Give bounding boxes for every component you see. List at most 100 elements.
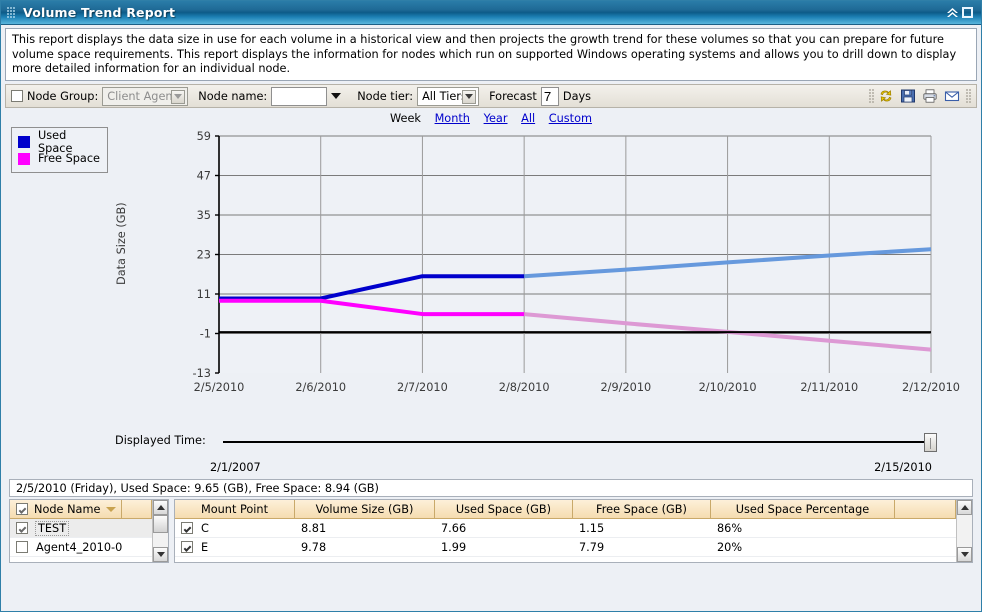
slider-track[interactable]: [223, 441, 935, 443]
node-group-value: Client Agent: [107, 90, 177, 103]
column-header-filler: [895, 500, 956, 519]
svg-text:2/7/2010: 2/7/2010: [397, 381, 448, 394]
slider-thumb[interactable]: [924, 433, 937, 452]
slider-max-date: 2/15/2010: [874, 461, 932, 474]
node-row-checkbox-cell[interactable]: [10, 519, 30, 538]
node-name-input[interactable]: [271, 87, 327, 106]
svg-text:2/9/2010: 2/9/2010: [600, 381, 651, 394]
period-year[interactable]: Year: [484, 112, 508, 125]
svg-text:47: 47: [197, 170, 211, 183]
volume-row-used-pct: 20%: [711, 538, 895, 557]
table-row[interactable]: C 8.81 7.66 1.15 86%: [175, 519, 956, 538]
svg-text:2/10/2010: 2/10/2010: [699, 381, 757, 394]
column-header-mount-point[interactable]: Mount Point: [175, 500, 295, 519]
node-select-all-checkbox[interactable]: [16, 503, 28, 515]
node-row-name: Agent4_2010-0: [30, 538, 128, 557]
column-header-used-space-percentage[interactable]: Used Space Percentage: [711, 500, 895, 519]
scroll-track[interactable]: [153, 515, 168, 547]
node-group-label: Node Group:: [27, 90, 98, 103]
trend-chart: Used Space Free Space 5947352311-1-132/5…: [1, 125, 982, 425]
scroll-down-button[interactable]: [957, 547, 972, 562]
table-row[interactable]: E 9.78 1.99 7.79 20%: [175, 538, 956, 557]
node-grid-header: Node Name: [10, 500, 152, 519]
node-group-checkbox[interactable]: [11, 90, 23, 102]
chevron-up-double-icon: [946, 7, 959, 19]
volume-row-mount-point[interactable]: E: [175, 538, 295, 557]
window-titlebar: Volume Trend Report: [1, 1, 981, 25]
node-name-panel: Node Name TEST Agent4_2010-0: [9, 499, 169, 563]
svg-text:2/6/2010: 2/6/2010: [295, 381, 346, 394]
window-grip-icon: [7, 7, 16, 18]
volume-row-mount-point[interactable]: C: [175, 519, 295, 538]
volume-row-checkbox[interactable]: [181, 522, 193, 534]
node-tier-label: Node tier:: [357, 90, 413, 103]
table-row[interactable]: Agent4_2010-0: [10, 538, 152, 557]
refresh-icon[interactable]: [877, 87, 895, 105]
scroll-up-button[interactable]: [957, 500, 972, 515]
volume-row-used-space: 1.99: [435, 538, 573, 557]
bottom-panels: Node Name TEST Agent4_2010-0: [9, 499, 973, 563]
status-bar: 2/5/2010 (Friday), Used Space: 9.65 (GB)…: [9, 479, 973, 497]
days-label: Days: [563, 90, 591, 103]
node-group-select[interactable]: Client Agent: [102, 87, 188, 106]
collapse-icon[interactable]: [945, 6, 959, 20]
volume-grid-scrollbar[interactable]: [956, 500, 972, 562]
period-month[interactable]: Month: [435, 112, 470, 125]
column-header-volume-size[interactable]: Volume Size (GB): [295, 500, 435, 519]
node-row-checkbox[interactable]: [16, 541, 28, 553]
volume-row-mount-point-label: E: [201, 541, 208, 554]
node-tier-select[interactable]: All Tiers: [417, 87, 479, 106]
node-grid-scrollbar[interactable]: [152, 500, 168, 562]
svg-text:35: 35: [197, 209, 211, 222]
node-tier-filter: Node tier: All Tiers: [350, 85, 482, 107]
svg-text:Data Size (GB): Data Size (GB): [115, 202, 128, 285]
period-week[interactable]: Week: [390, 112, 421, 125]
chevron-down-icon[interactable]: [462, 90, 476, 104]
node-name-dropdown-icon[interactable]: [331, 93, 341, 99]
slider-min-date: 2/1/2007: [210, 461, 261, 474]
forecast-days-input[interactable]: [541, 87, 559, 106]
node-group-filter: Node Group: Client Agent: [8, 85, 191, 107]
volume-row-checkbox[interactable]: [181, 541, 193, 553]
report-description: This report displays the data size in us…: [5, 28, 977, 81]
volume-grid-header: Mount Point Volume Size (GB) Used Space …: [175, 500, 956, 519]
period-selector: Week Month Year All Custom: [1, 112, 981, 125]
node-grid-header-filler: [122, 500, 152, 519]
displayed-time-label: Displayed Time:: [115, 434, 206, 447]
node-row-checkbox-cell[interactable]: [10, 538, 30, 557]
chart-canvas: 5947352311-1-132/5/20102/6/20102/7/20102…: [1, 125, 982, 425]
node-row-checkbox[interactable]: [16, 522, 28, 534]
save-icon[interactable]: [899, 87, 917, 105]
scroll-down-button[interactable]: [153, 547, 168, 562]
svg-text:2/11/2010: 2/11/2010: [800, 381, 858, 394]
chevron-down-icon[interactable]: [171, 90, 185, 104]
volume-row-free-space: 1.15: [573, 519, 711, 538]
email-icon[interactable]: [943, 87, 961, 105]
svg-text:2/12/2010: 2/12/2010: [902, 381, 960, 394]
filter-toolbar: Node Group: Client Agent Node name: Node…: [5, 84, 977, 108]
node-name-header-cell[interactable]: Node Name: [10, 500, 122, 519]
period-all[interactable]: All: [521, 112, 535, 125]
node-name-filter: Node name:: [191, 85, 350, 107]
svg-text:2/8/2010: 2/8/2010: [499, 381, 550, 394]
scroll-thumb[interactable]: [153, 515, 168, 533]
svg-text:-13: -13: [193, 367, 211, 380]
displayed-time-slider: Displayed Time: 2/1/2007 2/15/2010: [5, 425, 977, 479]
column-header-used-space[interactable]: Used Space (GB): [435, 500, 573, 519]
svg-text:11: 11: [197, 288, 211, 301]
svg-text:59: 59: [197, 130, 211, 143]
volume-row-used-pct: 86%: [711, 519, 895, 538]
column-header-free-space[interactable]: Free Space (GB): [573, 500, 711, 519]
period-custom[interactable]: Custom: [549, 112, 592, 125]
node-name-label: Node name:: [198, 90, 267, 103]
toolbar-grip-icon: [869, 89, 874, 103]
maximize-icon[interactable]: [962, 7, 973, 18]
print-icon[interactable]: [921, 87, 939, 105]
toolbar-actions: [877, 87, 963, 105]
node-row-name: TEST: [30, 519, 74, 538]
scroll-track[interactable]: [957, 515, 972, 547]
table-row[interactable]: TEST: [10, 519, 152, 538]
svg-text:-1: -1: [200, 328, 211, 341]
sort-desc-icon[interactable]: [106, 507, 116, 512]
scroll-up-button[interactable]: [153, 500, 168, 515]
